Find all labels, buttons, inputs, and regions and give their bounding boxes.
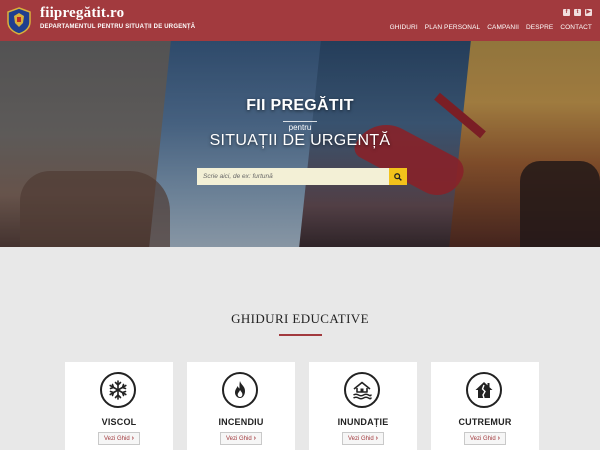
site-name[interactable]: fiipregătit.ro [40, 5, 124, 22]
social-links: f t ▶ [563, 9, 592, 16]
guide-card-title: INUNDAȚIE [337, 417, 389, 427]
chevron-right-icon: › [253, 435, 257, 442]
fire-icon [222, 372, 258, 408]
youtube-icon[interactable]: ▶ [585, 9, 592, 16]
guide-card-cutremur[interactable]: CUTREMUR Vezi Ghid › [431, 362, 539, 450]
search-input[interactable] [197, 168, 389, 185]
twitter-icon[interactable]: t [574, 9, 581, 16]
section-title-divider [279, 334, 322, 336]
site-header: fiipregătit.ro DEPARTAMENTUL PENTRU SITU… [0, 0, 600, 41]
view-guide-label: Vezi Ghid [347, 435, 374, 442]
section-title: GHIDURI EDUCATIVE [231, 311, 369, 326]
main-nav: GHIDURI PLAN PERSONAL CAMPANII DESPRE CO… [390, 24, 592, 31]
nav-item-ghiduri[interactable]: GHIDURI [390, 24, 418, 31]
site-subtitle: DEPARTAMENTUL PENTRU SITUAȚII DE URGENȚĂ [40, 24, 196, 30]
view-guide-label: Vezi Ghid [103, 435, 130, 442]
nav-item-contact[interactable]: CONTACT [560, 24, 592, 31]
guide-card-title: CUTREMUR [458, 417, 512, 427]
facebook-icon[interactable]: f [563, 9, 570, 16]
earthquake-icon [466, 372, 502, 408]
guide-card-title: INCENDIU [218, 417, 264, 427]
hero-banner: FII PREGĂTIT pentru SITUAȚII DE URGENȚĂ [0, 41, 600, 247]
guide-card-incendiu[interactable]: INCENDIU Vezi Ghid › [187, 362, 295, 450]
hero-title: FII PREGĂTIT [246, 97, 354, 114]
view-guide-label: Vezi Ghid [225, 435, 252, 442]
chevron-right-icon: › [497, 435, 501, 442]
flood-icon [344, 372, 380, 408]
search-bar [197, 168, 407, 185]
guide-card-inundatie[interactable]: INUNDAȚIE Vezi Ghid › [309, 362, 417, 450]
coat-of-arms-icon[interactable] [6, 7, 32, 35]
nav-item-plan-personal[interactable]: PLAN PERSONAL [425, 24, 481, 31]
chevron-right-icon: › [131, 435, 135, 442]
view-guide-button[interactable]: Vezi Ghid › [220, 432, 262, 445]
hero-subtitle: SITUAȚII DE URGENȚĂ [209, 132, 391, 149]
search-button[interactable] [389, 168, 407, 185]
chevron-right-icon: › [375, 435, 379, 442]
view-guide-button[interactable]: Vezi Ghid › [342, 432, 384, 445]
search-icon [394, 169, 402, 184]
nav-item-despre[interactable]: DESPRE [526, 24, 553, 31]
guide-card-title: VISCOL [101, 417, 137, 427]
nav-item-campanii[interactable]: CAMPANII [487, 24, 519, 31]
view-guide-button[interactable]: Vezi Ghid › [464, 432, 506, 445]
view-guide-button[interactable]: Vezi Ghid › [98, 432, 140, 445]
snowflake-icon [100, 372, 136, 408]
guide-card-viscol[interactable]: VISCOL Vezi Ghid › [65, 362, 173, 450]
view-guide-label: Vezi Ghid [469, 435, 496, 442]
